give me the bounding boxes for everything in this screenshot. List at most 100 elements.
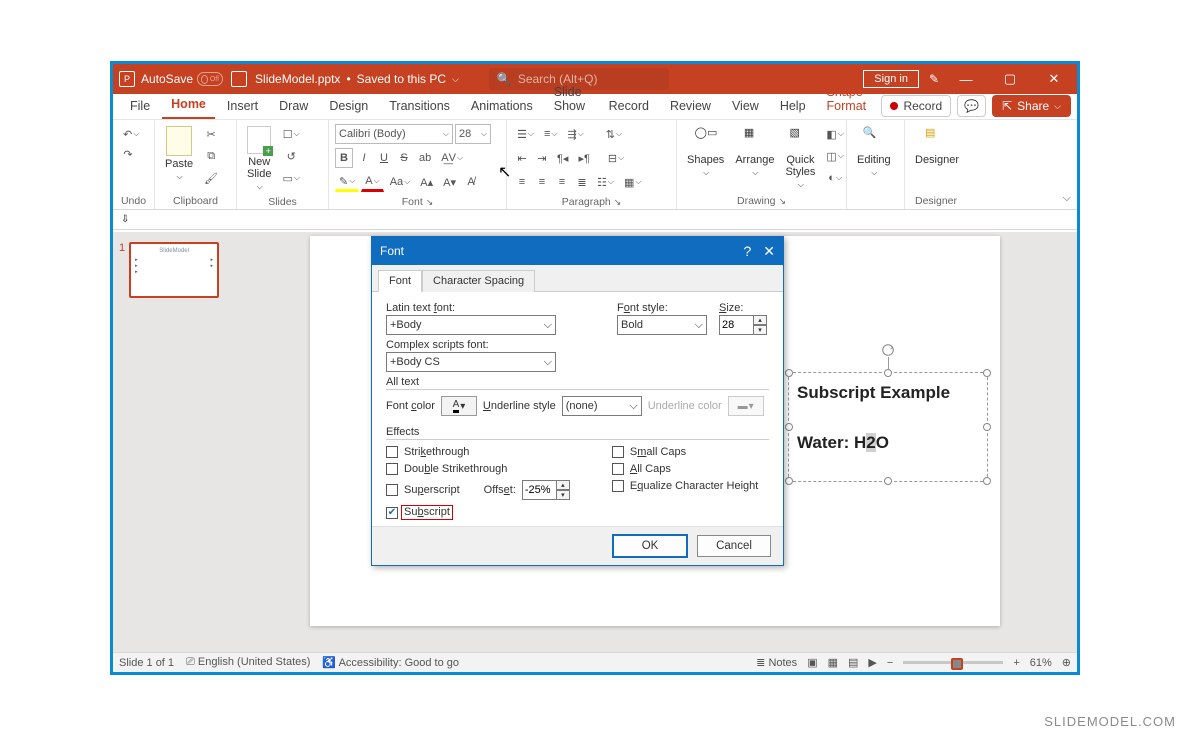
filename-area[interactable]: SlideModel.pptx • Saved to this PC ⌵ bbox=[255, 72, 459, 86]
save-icon[interactable] bbox=[231, 71, 247, 87]
cut-button[interactable]: ✂ bbox=[200, 124, 222, 144]
strike-button[interactable]: S bbox=[395, 148, 413, 168]
font-name-select[interactable]: Calibri (Body)⌵ bbox=[335, 124, 453, 144]
zoom-out-button[interactable]: − bbox=[887, 657, 893, 669]
shape-outline-button[interactable]: ◫⌵ bbox=[822, 146, 847, 166]
rotate-handle-icon[interactable] bbox=[881, 343, 895, 357]
font-style-select[interactable]: Bold⌵ bbox=[617, 315, 707, 335]
undo-button[interactable]: ↶⌵ bbox=[119, 124, 143, 144]
comments-button[interactable]: 💬 bbox=[957, 95, 986, 117]
tab-record[interactable]: Record bbox=[600, 93, 658, 119]
small-caps-checkbox[interactable]: Small Caps bbox=[612, 446, 758, 458]
draw-mode-icon[interactable]: ✎ bbox=[929, 72, 939, 86]
record-button[interactable]: Record bbox=[881, 95, 951, 117]
zoom-slider[interactable] bbox=[903, 661, 1003, 664]
textbox-selected[interactable]: Subscript Example Water: H2O bbox=[788, 372, 988, 482]
align-center-button[interactable]: ≡ bbox=[533, 172, 551, 192]
slide-indicator[interactable]: Slide 1 of 1 bbox=[119, 657, 174, 669]
double-strike-checkbox[interactable]: Double Strikethrough bbox=[386, 463, 572, 475]
notes-button[interactable]: ≣ Notes bbox=[756, 656, 797, 669]
qat-customize-button[interactable]: ⇩ bbox=[121, 214, 129, 225]
grow-font-button[interactable]: A▴ bbox=[416, 172, 437, 192]
designer-button[interactable]: ▤Designer bbox=[911, 124, 963, 168]
tab-draw[interactable]: Draw bbox=[270, 93, 317, 119]
tab-insert[interactable]: Insert bbox=[218, 93, 267, 119]
ok-button[interactable]: OK bbox=[613, 535, 687, 557]
decrease-indent-button[interactable]: ⇤ bbox=[513, 148, 531, 168]
tab-animations[interactable]: Animations bbox=[462, 93, 542, 119]
layout-button[interactable]: ☐⌵ bbox=[278, 124, 303, 144]
char-spacing-button[interactable]: A͟V⌵ bbox=[437, 148, 467, 168]
autosave-toggle[interactable]: AutoSave Off bbox=[141, 72, 223, 86]
slide-canvas-area[interactable]: odel Subscript Example Water: H2O bbox=[233, 232, 1077, 652]
collapse-ribbon-button[interactable]: ⌵ bbox=[1063, 192, 1071, 205]
close-button[interactable]: ✕ bbox=[1037, 71, 1071, 87]
tab-slideshow[interactable]: Slide Show bbox=[545, 79, 597, 119]
strikethrough-checkbox[interactable]: Strikethrough bbox=[386, 446, 572, 458]
list-level-button[interactable]: ⇶⌵ bbox=[563, 124, 587, 144]
rtl-button[interactable]: ▸¶ bbox=[574, 148, 593, 168]
align-right-button[interactable]: ≡ bbox=[553, 172, 571, 192]
underline-button[interactable]: U bbox=[375, 148, 393, 168]
tab-shape-format[interactable]: Shape Format bbox=[818, 79, 879, 119]
tab-design[interactable]: Design bbox=[320, 93, 377, 119]
section-button[interactable]: ▭⌵ bbox=[278, 168, 303, 188]
copy-button[interactable]: ⧉ bbox=[200, 146, 222, 166]
highlight-button[interactable]: ✎⌵ bbox=[335, 172, 359, 192]
reset-button[interactable]: ↺ bbox=[278, 146, 303, 166]
zoom-in-button[interactable]: + bbox=[1013, 657, 1019, 669]
share-button[interactable]: ⇱ Share ⌵ bbox=[992, 95, 1071, 117]
subscript-checkbox[interactable]: ✔Subscript bbox=[386, 505, 572, 520]
italic-button[interactable]: I bbox=[355, 148, 373, 168]
shape-effects-button[interactable]: ◐⌵ bbox=[822, 168, 847, 188]
shadow-button[interactable]: ab bbox=[415, 148, 435, 168]
font-color-button[interactable]: A⌵ bbox=[361, 172, 383, 192]
complex-font-select[interactable]: +Body CS⌵ bbox=[386, 352, 556, 372]
bold-button[interactable]: B bbox=[335, 148, 353, 168]
smartart-button[interactable]: ▦⌵ bbox=[620, 172, 645, 192]
new-slide-button[interactable]: + New Slide⌵ bbox=[243, 124, 275, 194]
underline-style-select[interactable]: (none)⌵ bbox=[562, 396, 642, 416]
slideshow-view-button[interactable]: ▶ bbox=[868, 656, 876, 669]
numbering-button[interactable]: ≡⌵ bbox=[540, 124, 562, 144]
language-indicator[interactable]: ⎚ English (United States) bbox=[186, 656, 310, 669]
dialog-tab-spacing[interactable]: Character Spacing bbox=[422, 270, 535, 292]
editing-button[interactable]: 🔍Editing⌵ bbox=[853, 124, 895, 180]
format-painter-button[interactable]: 🖌 bbox=[200, 168, 222, 188]
clear-format-button[interactable]: A̸ bbox=[462, 172, 480, 192]
normal-view-button[interactable]: ▣ bbox=[807, 656, 817, 669]
latin-font-select[interactable]: +Body⌵ bbox=[386, 315, 556, 335]
dialog-tab-font[interactable]: Font bbox=[378, 270, 422, 292]
tab-file[interactable]: File bbox=[121, 93, 159, 119]
minimize-button[interactable]: — bbox=[949, 72, 983, 87]
sorter-view-button[interactable]: ▦ bbox=[828, 656, 838, 669]
align-text-button[interactable]: ⊟⌵ bbox=[604, 148, 628, 168]
justify-button[interactable]: ≣ bbox=[573, 172, 591, 192]
slide-thumbnail[interactable]: SlideModel ▸▸ ▸▸ ▸ bbox=[129, 242, 219, 298]
fit-window-button[interactable]: ⊕ bbox=[1062, 656, 1071, 669]
dialog-help-button[interactable]: ? bbox=[743, 243, 751, 260]
tab-transitions[interactable]: Transitions bbox=[380, 93, 459, 119]
align-left-button[interactable]: ≡ bbox=[513, 172, 531, 192]
accessibility-indicator[interactable]: ♿ Accessibility: Good to go bbox=[322, 656, 459, 669]
maximize-button[interactable]: ▢ bbox=[993, 71, 1027, 87]
tab-help[interactable]: Help bbox=[771, 93, 815, 119]
arrange-button[interactable]: ▦Arrange⌵ bbox=[731, 124, 778, 180]
tab-home[interactable]: Home bbox=[162, 91, 215, 119]
ltr-button[interactable]: ¶◂ bbox=[553, 148, 572, 168]
paste-button[interactable]: Paste⌵ bbox=[161, 124, 197, 184]
bullets-button[interactable]: ☰⌵ bbox=[513, 124, 538, 144]
redo-button[interactable]: ↷ bbox=[119, 144, 137, 164]
font-color-button-dlg[interactable]: A▾ bbox=[441, 396, 477, 416]
shrink-font-button[interactable]: A▾ bbox=[439, 172, 460, 192]
increase-indent-button[interactable]: ⇥ bbox=[533, 148, 551, 168]
change-case-button[interactable]: Aa⌵ bbox=[386, 172, 415, 192]
zoom-percent[interactable]: 61% bbox=[1030, 657, 1052, 669]
dialog-close-button[interactable]: ✕ bbox=[763, 243, 775, 260]
cancel-button[interactable]: Cancel bbox=[697, 535, 771, 557]
superscript-checkbox[interactable]: Superscript Offset: ▴▾ bbox=[386, 480, 572, 500]
columns-button[interactable]: ☷⌵ bbox=[593, 172, 618, 192]
quick-styles-button[interactable]: ▧Quick Styles⌵ bbox=[781, 124, 819, 192]
offset-spinner[interactable]: ▴▾ bbox=[522, 480, 572, 500]
tab-review[interactable]: Review bbox=[661, 93, 720, 119]
